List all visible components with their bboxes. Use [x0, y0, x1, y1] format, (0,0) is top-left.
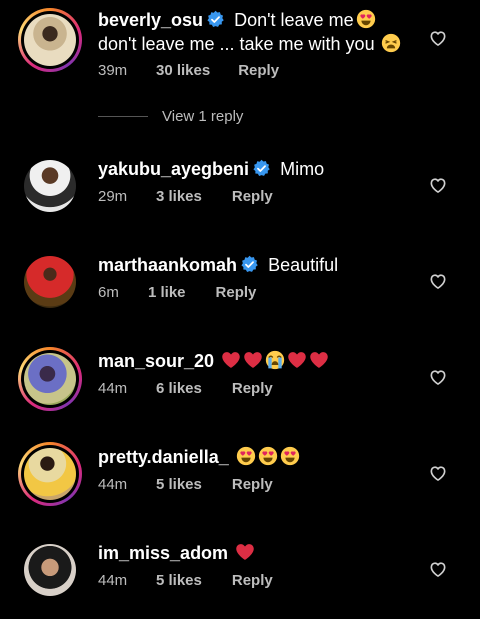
comment-meta: 39m 30 likes Reply — [98, 62, 279, 79]
verified-badge-icon — [240, 255, 259, 274]
heart-outline-icon[interactable] — [428, 271, 448, 291]
timestamp: 44m — [98, 572, 128, 589]
comment-body: man_sour_20 — [98, 349, 420, 373]
reply-button[interactable]: Reply — [232, 188, 273, 205]
comment-meta: 44m 5 likes Reply — [98, 572, 273, 589]
timestamp: 44m — [98, 476, 128, 493]
red-heart-emoji — [287, 350, 307, 370]
avatar[interactable] — [18, 8, 82, 72]
avatar[interactable] — [18, 154, 82, 218]
timestamp: 29m — [98, 188, 128, 205]
reply-button[interactable]: Reply — [232, 572, 273, 589]
likes-count[interactable]: 6 likes — [156, 380, 202, 397]
verified-badge-icon — [252, 159, 271, 178]
loudly-crying-emoji — [265, 350, 285, 370]
comment-meta: 44m 5 likes Reply — [98, 476, 273, 493]
timestamp: 6m — [98, 284, 119, 301]
reply-button[interactable]: Reply — [216, 284, 257, 301]
timestamp: 39m — [98, 62, 128, 79]
heart-eyes-emoji — [356, 9, 376, 29]
red-heart-emoji — [235, 542, 255, 562]
comment-meta: 6m 1 like Reply — [98, 284, 256, 301]
view-replies-label: View 1 reply — [162, 108, 244, 125]
comment-text: Mimo — [280, 159, 325, 179]
username[interactable]: pretty.daniella_ — [98, 447, 229, 467]
comment-text: Don't leave me — [234, 10, 354, 30]
likes-count[interactable]: 3 likes — [156, 188, 202, 205]
username[interactable]: beverly_osu — [98, 10, 203, 30]
heart-eyes-emoji — [280, 446, 300, 466]
red-heart-emoji — [309, 350, 329, 370]
heart-eyes-emoji — [258, 446, 278, 466]
timestamp: 44m — [98, 380, 128, 397]
comment-body: beverly_osu Don't leave me don't leave m… — [98, 8, 420, 56]
username[interactable]: marthaankomah — [98, 255, 237, 275]
heart-outline-icon[interactable] — [428, 367, 448, 387]
comment-body: pretty.daniella_ — [98, 445, 420, 469]
heart-eyes-emoji — [236, 446, 256, 466]
username[interactable]: man_sour_20 — [98, 351, 214, 371]
comment-meta: 29m 3 likes Reply — [98, 188, 273, 205]
heart-outline-icon[interactable] — [428, 559, 448, 579]
comment-meta: 44m 6 likes Reply — [98, 380, 273, 397]
comment-text-line2: don't leave me ... take me with you — [98, 34, 375, 54]
reply-button[interactable]: Reply — [232, 476, 273, 493]
likes-count[interactable]: 5 likes — [156, 572, 202, 589]
avatar[interactable] — [18, 347, 82, 411]
reply-button[interactable]: Reply — [232, 380, 273, 397]
likes-count[interactable]: 5 likes — [156, 476, 202, 493]
comment-body: marthaankomah Beautiful — [98, 253, 420, 277]
reply-button[interactable]: Reply — [238, 62, 279, 79]
comment-body: im_miss_adom — [98, 541, 420, 565]
view-replies-button[interactable]: View 1 reply — [98, 108, 243, 125]
avatar[interactable] — [18, 442, 82, 506]
avatar[interactable] — [18, 538, 82, 602]
divider-line — [98, 116, 148, 117]
comment-text: Beautiful — [268, 255, 339, 275]
comment-body: yakubu_ayegbeni Mimo — [98, 157, 420, 181]
avatar[interactable] — [18, 250, 82, 314]
red-heart-emoji — [221, 350, 241, 370]
verified-badge-icon — [206, 10, 225, 29]
heart-outline-icon[interactable] — [428, 175, 448, 195]
red-heart-emoji — [243, 350, 263, 370]
likes-count[interactable]: 1 like — [148, 284, 186, 301]
likes-count[interactable]: 30 likes — [156, 62, 210, 79]
username[interactable]: yakubu_ayegbeni — [98, 159, 249, 179]
weary-face-emoji — [381, 33, 401, 53]
heart-outline-icon[interactable] — [428, 463, 448, 483]
heart-outline-icon[interactable] — [428, 28, 448, 48]
username[interactable]: im_miss_adom — [98, 543, 228, 563]
